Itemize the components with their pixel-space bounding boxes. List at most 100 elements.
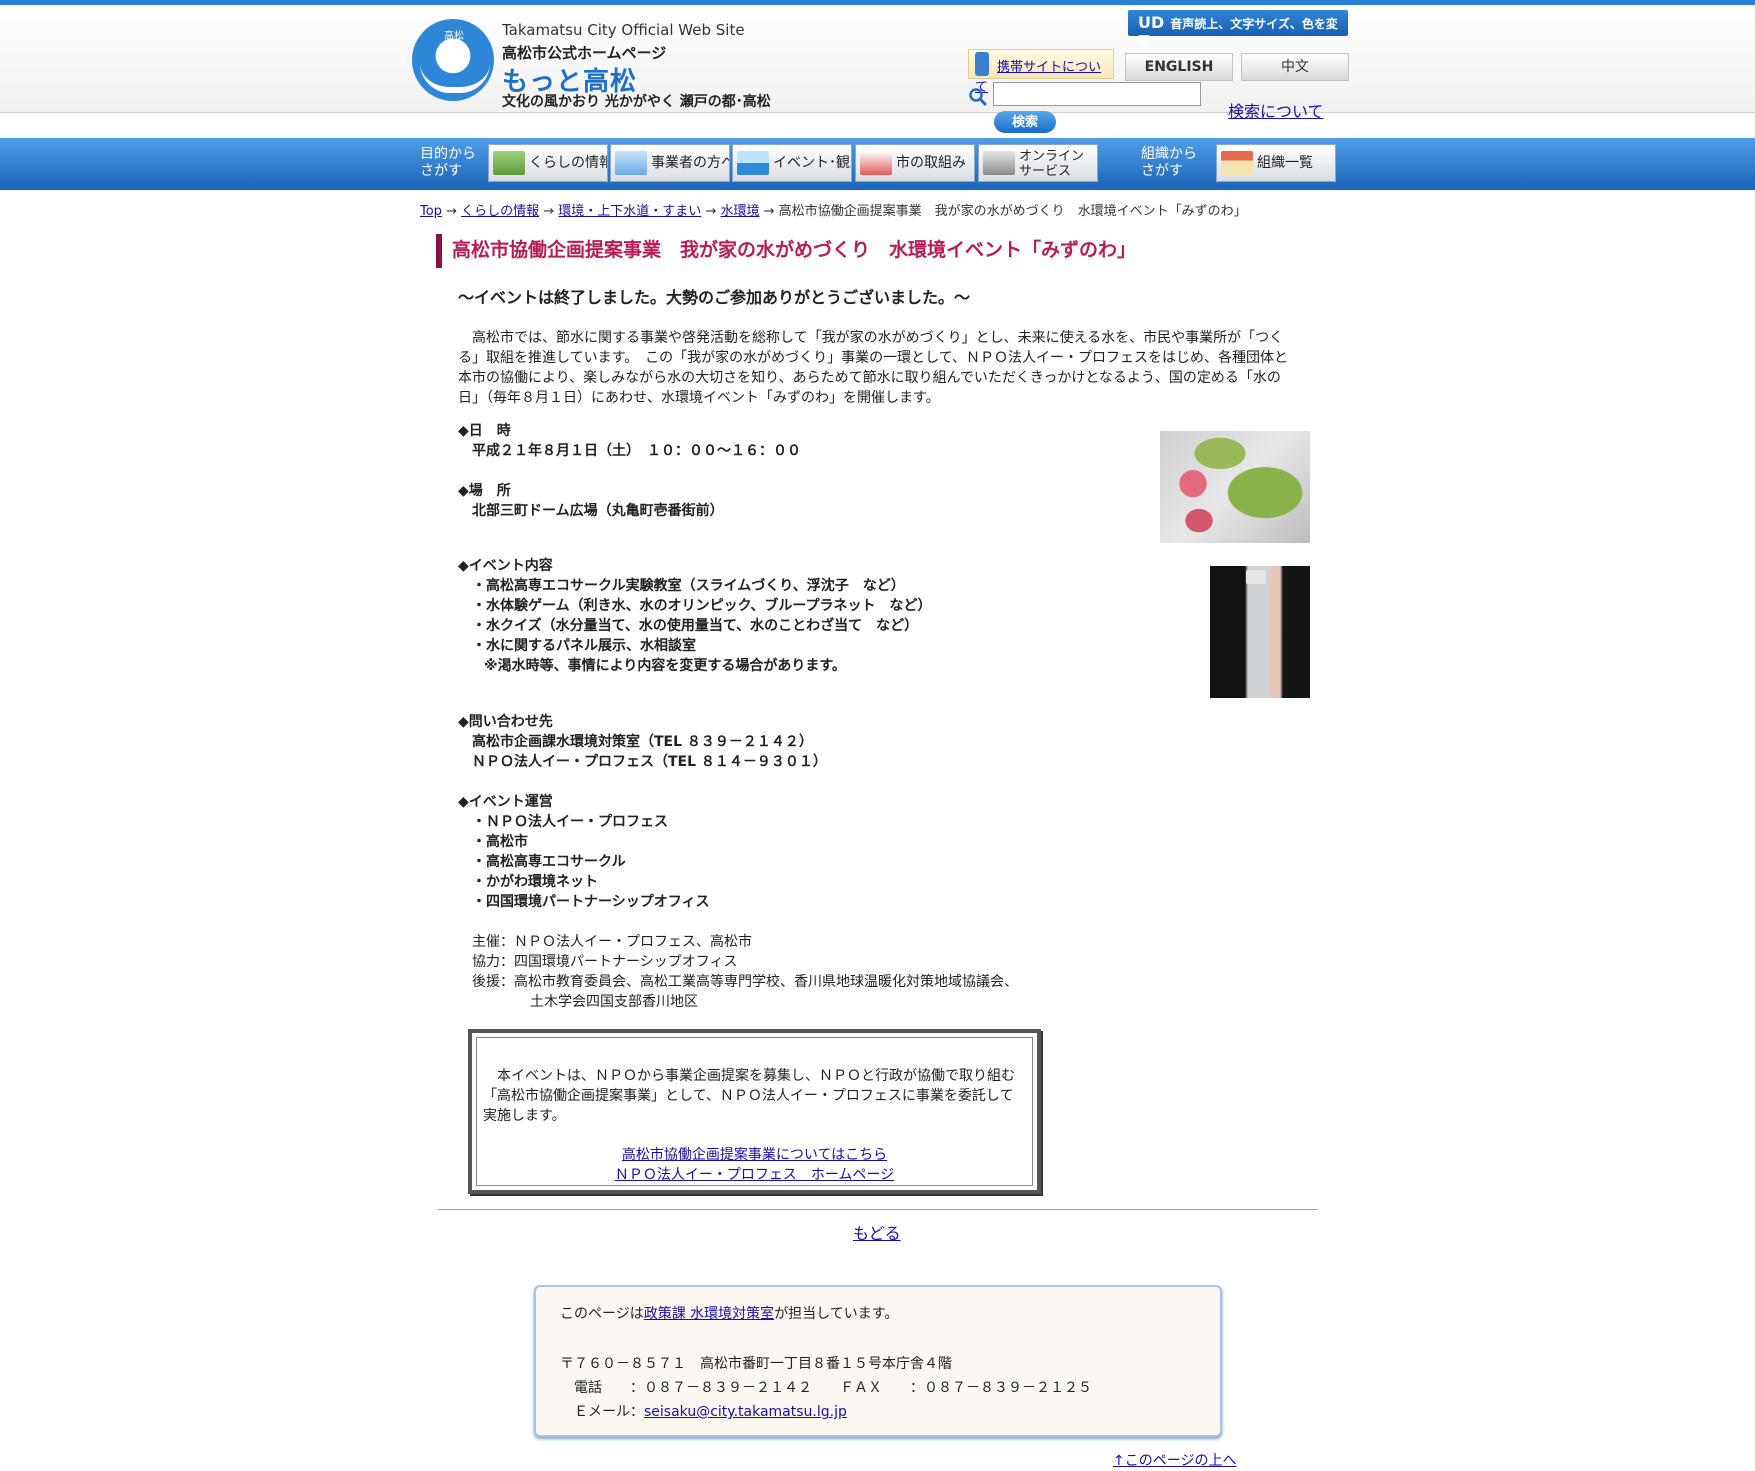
department-link[interactable]: 政策課 水環境対策室 bbox=[644, 1306, 774, 1322]
chinese-button[interactable]: 中文 bbox=[1241, 53, 1349, 81]
breadcrumb-sep: → bbox=[441, 204, 462, 219]
nav-business[interactable]: 事業者の方へ bbox=[610, 144, 730, 182]
place-section: ◆場 所 北部三町ドーム広場（丸亀町壱番街前） bbox=[458, 481, 724, 521]
seascape-icon bbox=[737, 151, 769, 175]
search-button[interactable]: 検索 bbox=[994, 111, 1056, 133]
breadcrumb-current: 高松市協働企画提案事業 我が家の水がめづくり 水環境イベント「みずのわ」 bbox=[778, 204, 1247, 219]
house-icon bbox=[493, 151, 525, 175]
slogan: 文化の風かおり 光かがやく 瀬戸の都･高松 bbox=[502, 94, 771, 110]
nav-group-org-line2: さがす bbox=[1141, 163, 1183, 179]
nav-group-org-line1: 組織から bbox=[1141, 146, 1197, 162]
nav-events-tourism[interactable]: イベント･観光 bbox=[732, 144, 852, 182]
datetime-heading: ◆日 時 bbox=[458, 423, 511, 439]
info-box-text: 本イベントは、ＮＰＯから事業企画提案を募集し、ＮＰＯと行政が協働で取り組む「高松… bbox=[483, 1068, 1015, 1124]
operation-heading: ◆イベント運営 bbox=[458, 794, 553, 810]
nav-organization-list[interactable]: 組織一覧 bbox=[1216, 144, 1336, 182]
breadcrumb-living[interactable]: くらしの情報 bbox=[461, 204, 539, 219]
contents-note: ※渇水時等、事情により内容を変更する場合があります。 bbox=[484, 658, 846, 674]
document-pen-icon bbox=[860, 151, 892, 175]
operation-section: ◆イベント運営 ・ＮＰＯ法人イー・プロフェス ・高松市 ・高松高専エコサークル … bbox=[458, 792, 709, 912]
search-icon bbox=[969, 88, 988, 107]
support-line: 後援：高松市教育委員会、高松工業高等専門学校、香川県地球温暖化対策地域協議会、 bbox=[472, 974, 1018, 990]
page-subtitle: ～イベントは終了しました。大勢のご参加ありがとうございました。～ bbox=[458, 288, 971, 307]
city-hall-icon bbox=[1221, 151, 1253, 175]
nav-online-label-1: オンライン bbox=[1019, 149, 1085, 164]
nav-online-services[interactable]: オンライン サービス bbox=[978, 144, 1098, 182]
info-box-links: 高松市協働企画提案事業についてはこちら ＮＰＯ法人イー・プロフェス ホームページ bbox=[483, 1145, 1026, 1185]
contents-item: ・水体験ゲーム（利き水、水のオリンピック、ブループラネット など） bbox=[472, 598, 932, 614]
charge-post: が担当しています。 bbox=[774, 1306, 899, 1322]
contents-heading: ◆イベント内容 bbox=[458, 558, 553, 574]
cooperation-line: 協力：四国環境パートナーシップオフィス bbox=[472, 954, 738, 970]
contents-item: ・水クイズ（水分量当て、水の使用量当て、水のことわざ当て など） bbox=[472, 618, 919, 634]
npo-homepage-link[interactable]: ＮＰＯ法人イー・プロフェス ホームページ bbox=[615, 1167, 894, 1183]
contents-item: ・水に関するパネル展示、水相談室 bbox=[472, 638, 696, 654]
breadcrumb-water[interactable]: 水環境 bbox=[720, 204, 759, 219]
search-input[interactable] bbox=[993, 82, 1201, 106]
operation-item: ・高松高専エコサークル bbox=[472, 854, 626, 870]
contents-section: ◆イベント内容 ・高松高専エコサークル実験教室（スライムづくり、浮沈子 など） … bbox=[458, 556, 931, 676]
ud-text: 音声読上、文字サイズ、色を変更 bbox=[1138, 17, 1338, 48]
english-button[interactable]: ENGLISH bbox=[1125, 53, 1233, 81]
place-heading: ◆場 所 bbox=[458, 483, 511, 499]
bottle-cap bbox=[1246, 570, 1266, 584]
site-header: 高松 Takamatsu City Official Web Site 高松市公… bbox=[0, 0, 1755, 113]
email-link[interactable]: seisaku@city.takamatsu.lg.jp bbox=[644, 1404, 847, 1420]
nav-events-label: イベント･観光 bbox=[773, 155, 851, 171]
global-nav: 目的から さがす くらしの情報 事業者の方へ イベント･観光 市の取組み オンラ… bbox=[0, 138, 1755, 190]
datetime-section: ◆日 時 平成２１年８月１日（土） １０：００～１６：００ bbox=[458, 421, 801, 461]
breadcrumb: Top → くらしの情報 → 環境・上下水道・すまい → 水環境 → 高松市協働… bbox=[420, 200, 1247, 219]
ud-accessibility-button[interactable]: UD 音声読上、文字サイズ、色を変更 bbox=[1128, 10, 1348, 48]
sponsor-line: 主催：ＮＰＯ法人イー・プロフェス、高松市 bbox=[472, 934, 752, 950]
nav-living-info[interactable]: くらしの情報 bbox=[488, 144, 608, 182]
proposal-project-link[interactable]: 高松市協働企画提案事業についてはこちら bbox=[622, 1147, 887, 1163]
nav-group-org-label: 組織から さがす bbox=[1141, 142, 1207, 184]
nav-initiatives-label: 市の取組み bbox=[896, 155, 966, 171]
info-box: 本イベントは、ＮＰＯから事業企画提案を募集し、ＮＰＯと行政が協働で取り組む「高松… bbox=[468, 1029, 1041, 1194]
address-line: 〒７６０－８５７１ 高松市番町一丁目８番１５号本庁舎４階 bbox=[560, 1356, 952, 1372]
contact-item: ＮＰＯ法人イー・プロフェス（TEL ８１４－９３０１） bbox=[472, 754, 827, 770]
search-about-link[interactable]: 検索について bbox=[1228, 98, 1324, 122]
nav-group-purpose-line1: 目的から bbox=[420, 146, 476, 162]
breadcrumb-sep: → bbox=[701, 204, 721, 219]
mobile-phone-icon bbox=[975, 51, 989, 76]
datetime-value: 平成２１年８月１日（土） １０：００～１６：００ bbox=[472, 443, 801, 459]
nav-living-label: くらしの情報 bbox=[529, 155, 608, 171]
content-divider bbox=[438, 1209, 1318, 1210]
site-name-en: Takamatsu City Official Web Site bbox=[502, 21, 745, 39]
operation-item: ・かがわ環境ネット bbox=[472, 874, 598, 890]
slime-photo bbox=[1160, 431, 1310, 543]
place-value: 北部三町ドーム広場（丸亀町壱番街前） bbox=[472, 503, 724, 519]
credits-section: 主催：ＮＰＯ法人イー・プロフェス、高松市 協力：四国環境パートナーシップオフィス… bbox=[472, 932, 1018, 1012]
nav-online-label-2: サービス bbox=[1019, 164, 1072, 179]
page-top-link[interactable]: ↑このページの上へ bbox=[1113, 1450, 1236, 1470]
charge-pre: このページは bbox=[560, 1306, 644, 1322]
mobile-site-box: 携帯サイトについて bbox=[968, 49, 1114, 95]
operation-item: ・ＮＰＯ法人イー・プロフェス bbox=[472, 814, 668, 830]
nav-city-initiatives[interactable]: 市の取組み bbox=[855, 144, 975, 182]
nav-business-label: 事業者の方へ bbox=[651, 155, 730, 171]
breadcrumb-top[interactable]: Top bbox=[420, 204, 442, 219]
intro-paragraph: 高松市では、節水に関する事業や啓発活動を総称して「我が家の水がめづくり」とし、未… bbox=[458, 330, 1289, 406]
nav-group-purpose-label: 目的から さがす bbox=[420, 142, 486, 184]
bottle-photo bbox=[1210, 566, 1310, 698]
email-line: Ｅメール：seisaku@city.takamatsu.lg.jp bbox=[560, 1401, 847, 1421]
page-title: 高松市協働企画提案事業 我が家の水がめづくり 水環境イベント「みずのわ」 bbox=[436, 234, 1316, 268]
contact-heading: ◆問い合わせ先 bbox=[458, 714, 553, 730]
nav-org-label: 組織一覧 bbox=[1257, 155, 1313, 171]
operation-item: ・四国環境パートナーシップオフィス bbox=[472, 894, 710, 910]
contact-section: ◆問い合わせ先 高松市企画課水環境対策室（TEL ８３９－２１４２） ＮＰＯ法人… bbox=[458, 712, 827, 772]
tel-fax-line: 電話 ：０８７－８３９－２１４２ ＦＡＸ ：０８７－８３９－２１２５ bbox=[560, 1380, 1092, 1396]
nav-group-purpose-line2: さがす bbox=[420, 163, 462, 179]
email-label: Ｅメール： bbox=[560, 1404, 644, 1420]
charge-line: このページは政策課 水環境対策室が担当しています。 bbox=[560, 1303, 898, 1323]
building-icon bbox=[615, 151, 647, 175]
computer-icon bbox=[983, 151, 1015, 175]
contents-item: ・高松高専エコサークル実験教室（スライムづくり、浮沈子 など） bbox=[472, 578, 905, 594]
contact-box: このページは政策課 水環境対策室が担当しています。 〒７６０－８５７１ 高松市番… bbox=[534, 1285, 1222, 1437]
breadcrumb-sep: → bbox=[539, 204, 559, 219]
back-link[interactable]: もどる bbox=[853, 1220, 901, 1244]
breadcrumb-sep: → bbox=[759, 204, 779, 219]
breadcrumb-environment[interactable]: 環境・上下水道・すまい bbox=[558, 204, 701, 219]
site-name-ja: 高松市公式ホームページ bbox=[502, 44, 667, 62]
